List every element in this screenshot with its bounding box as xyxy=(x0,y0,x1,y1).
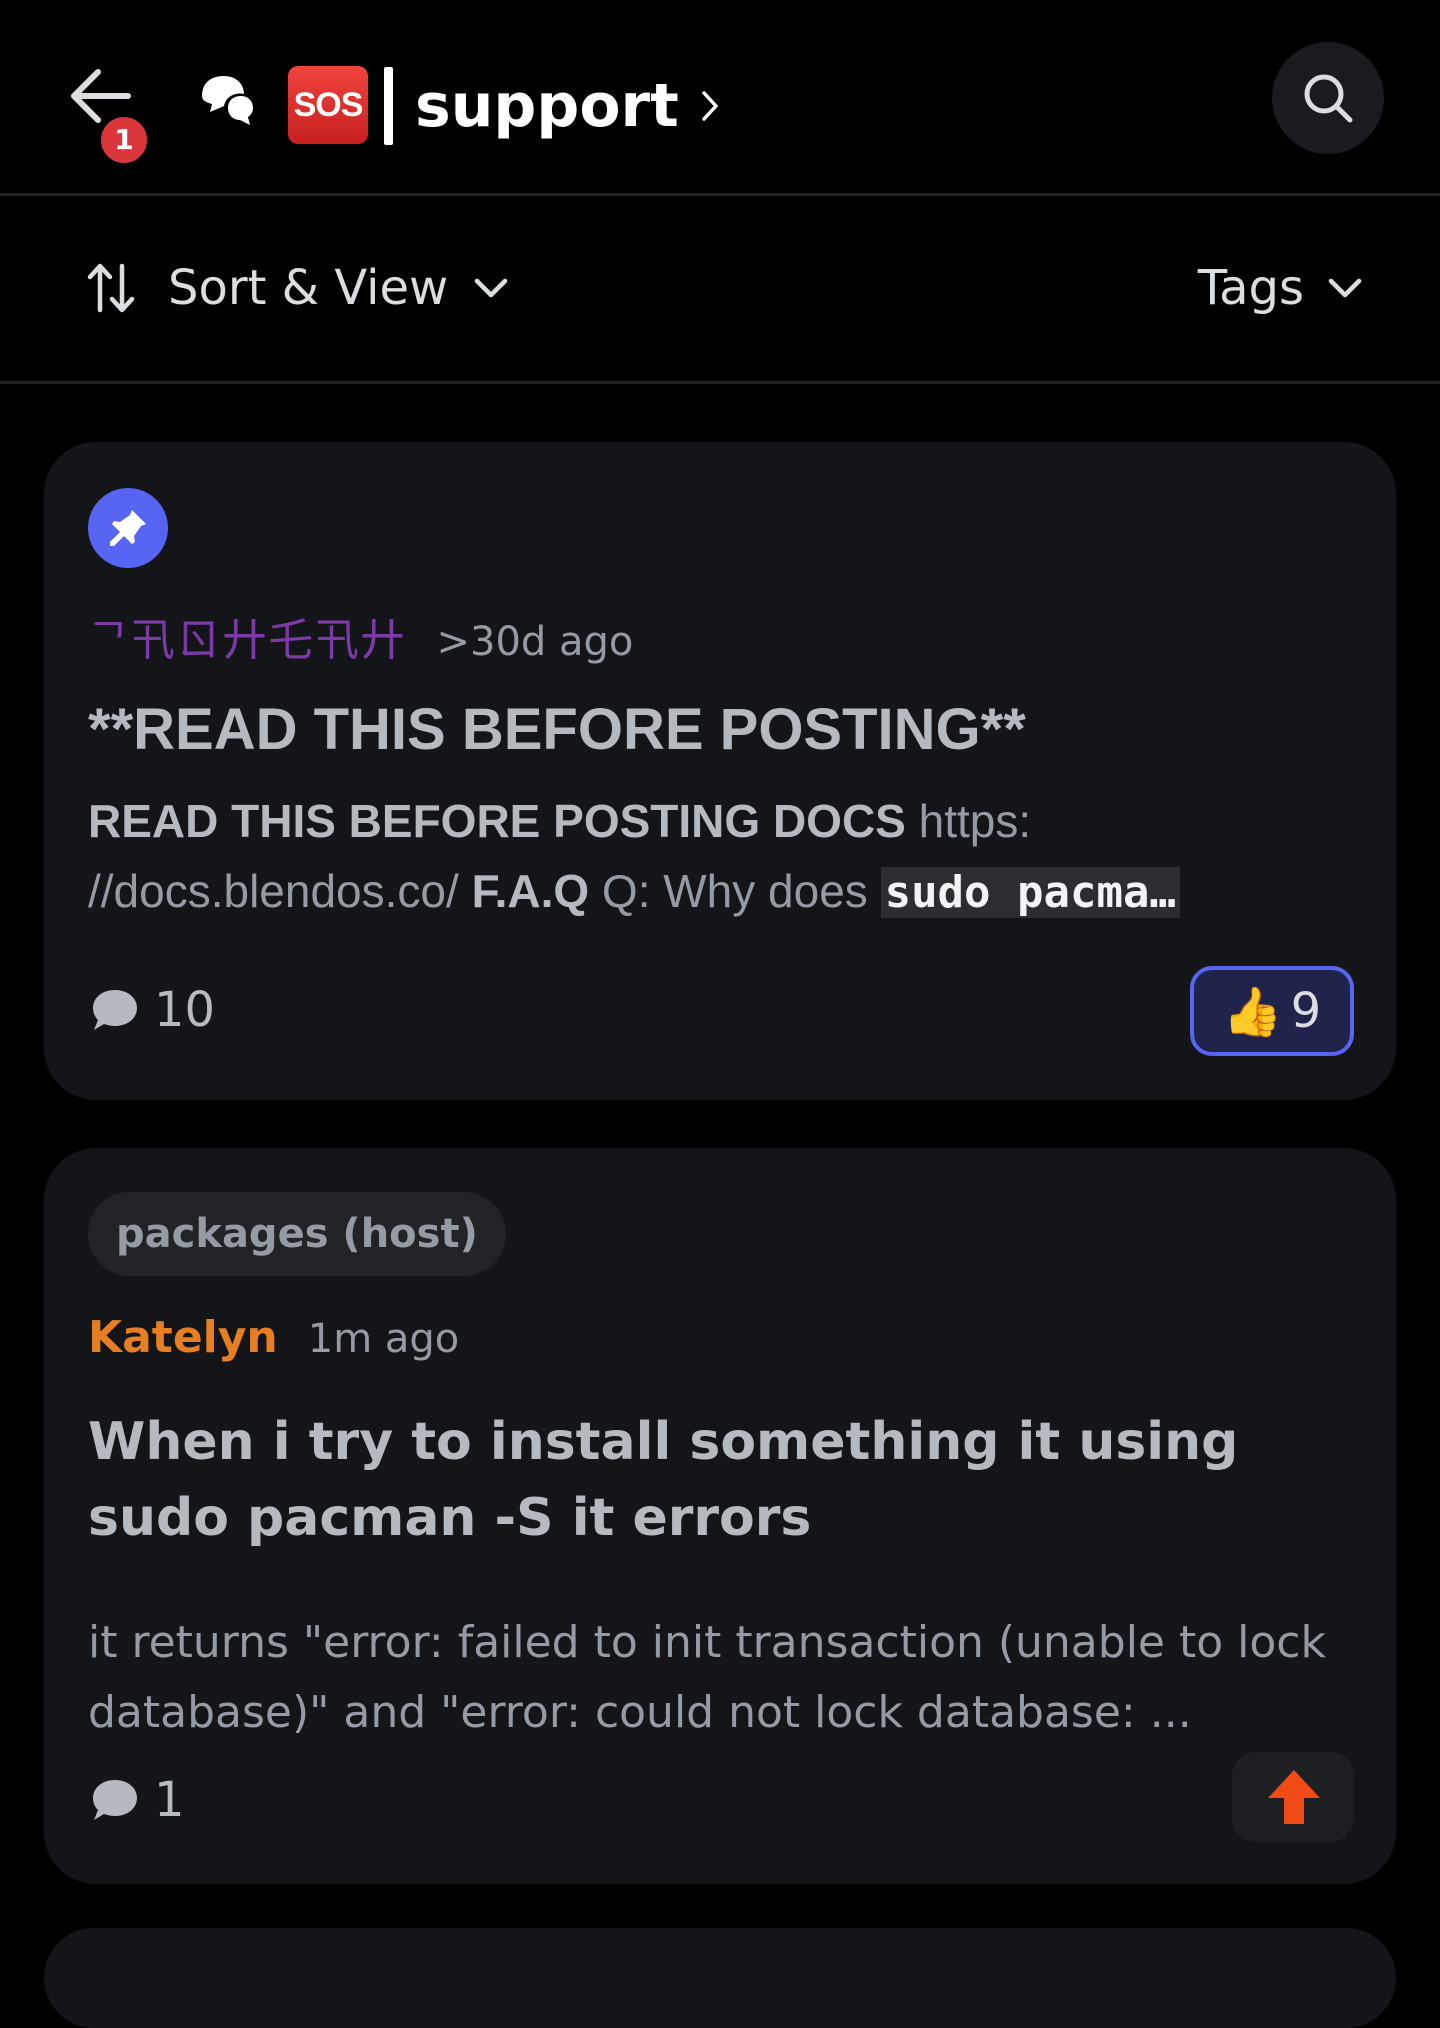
title-divider xyxy=(384,67,393,145)
author-name[interactable]: Katelyn xyxy=(88,1312,278,1363)
timestamp: >30d ago xyxy=(436,619,634,665)
forum-icon xyxy=(202,76,253,125)
post-title: When i try to install something it using… xyxy=(88,1412,1239,1548)
reaction-count: 9 xyxy=(1290,983,1322,1039)
back-button[interactable]: 1 xyxy=(60,62,152,168)
preview-text: Q: Why does xyxy=(589,865,881,917)
chat-bubble-icon xyxy=(93,990,137,1030)
preview-bold-text: READ THIS BEFORE POSTING DOCS xyxy=(88,795,906,847)
search-button[interactable] xyxy=(1272,42,1384,154)
post-meta: Katelyn 1m ago xyxy=(88,1312,459,1363)
post-card-pinned[interactable]: ᄀ卂ㄖ廾乇卂廾 >30d ago **READ THIS BEFORE POST… xyxy=(44,442,1396,1100)
chevron-right-icon xyxy=(702,91,718,121)
chat-bubble-icon xyxy=(93,1780,137,1820)
post-preview: READ THIS BEFORE POSTING DOCS https: //d… xyxy=(88,786,1352,928)
arrow-up-icon xyxy=(1268,1770,1320,1824)
sos-emoji-icon: SOS xyxy=(288,66,368,144)
chevron-down-icon xyxy=(1328,278,1362,298)
comment-count: 10 xyxy=(90,982,215,1038)
post-card[interactable] xyxy=(44,1928,1396,2028)
filter-bar: Sort & View Tags xyxy=(0,196,1440,384)
top-bar: 1 SOS support xyxy=(0,0,1440,196)
thumbs-up-icon: 👍 xyxy=(1222,983,1283,1040)
tags-label: Tags xyxy=(1197,260,1304,316)
upvote-reaction-button[interactable] xyxy=(1232,1752,1354,1842)
sort-view-label: Sort & View xyxy=(168,260,449,316)
search-icon xyxy=(1304,74,1353,123)
post-card[interactable]: packages (host) Katelyn 1m ago When i tr… xyxy=(44,1148,1396,1884)
reaction-thumbs-up[interactable]: 👍 9 xyxy=(1190,966,1354,1056)
notification-badge: 1 xyxy=(96,112,152,168)
pin-icon xyxy=(110,510,146,546)
comment-count-value: 10 xyxy=(154,982,216,1038)
preview-code: sudo pacma… xyxy=(880,867,1180,918)
sort-arrows-icon xyxy=(87,263,135,313)
post-meta: ᄀ卂ㄖ廾乇卂廾 >30d ago xyxy=(88,604,633,668)
post-tag: packages (host) xyxy=(88,1192,506,1276)
preview-bold-text: F.A.Q xyxy=(471,865,590,917)
post-title: **READ THIS BEFORE POSTING** xyxy=(88,697,1026,762)
timestamp: 1m ago xyxy=(307,1316,460,1362)
post-preview: it returns "error: failed to init transa… xyxy=(88,1617,1326,1738)
channel-name: support xyxy=(415,71,679,141)
chevron-down-icon xyxy=(475,278,508,298)
pin-badge xyxy=(88,488,168,568)
comment-count-value: 1 xyxy=(154,1772,185,1828)
tags-filter-button[interactable]: Tags xyxy=(1198,252,1362,324)
comment-count: 1 xyxy=(90,1772,185,1828)
author-name[interactable]: ᄀ卂ㄖ廾乇卂廾 xyxy=(88,604,406,668)
channel-title[interactable]: support xyxy=(384,64,719,148)
sort-view-button[interactable]: Sort & View xyxy=(86,252,508,324)
